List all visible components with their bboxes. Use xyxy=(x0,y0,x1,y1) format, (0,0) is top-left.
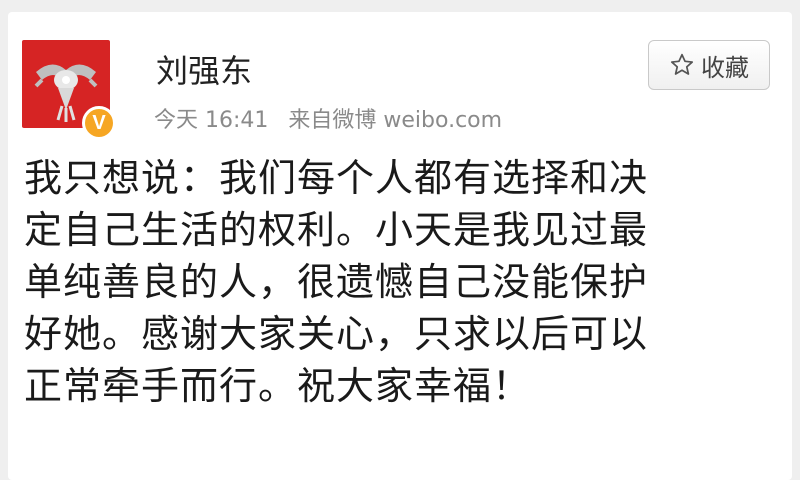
star-outline-icon xyxy=(670,53,694,75)
weibo-post-card: V 刘强东 今天 16:41 来自微博 weibo.com 收藏 我只想说：我们… xyxy=(8,12,792,480)
post-line: 我只想说：我们每个人都有选择和决 xyxy=(24,156,649,200)
post-meta: 今天 16:41 来自微博 weibo.com xyxy=(154,102,502,134)
favorite-button[interactable]: 收藏 xyxy=(648,40,770,90)
post-line: 好她。感谢大家关心，只求以后可以 xyxy=(24,312,649,356)
post-line: 定自己生活的权利。小天是我见过最 xyxy=(24,208,649,252)
post-source[interactable]: 来自微博 weibo.com xyxy=(288,102,502,134)
post-time: 今天 16:41 xyxy=(154,108,269,133)
favorite-label: 收藏 xyxy=(701,53,749,82)
post-line: 单纯善良的人，很遗憾自己没能保护 xyxy=(24,260,649,304)
post-line: 正常牵手而行。祝大家幸福！ xyxy=(24,364,532,408)
verified-badge: V xyxy=(82,106,116,140)
username[interactable]: 刘强东 xyxy=(156,46,252,92)
post-text: 我只想说：我们每个人都有选择和决 定自己生活的权利。小天是我见过最 单纯善良的人… xyxy=(24,152,784,412)
